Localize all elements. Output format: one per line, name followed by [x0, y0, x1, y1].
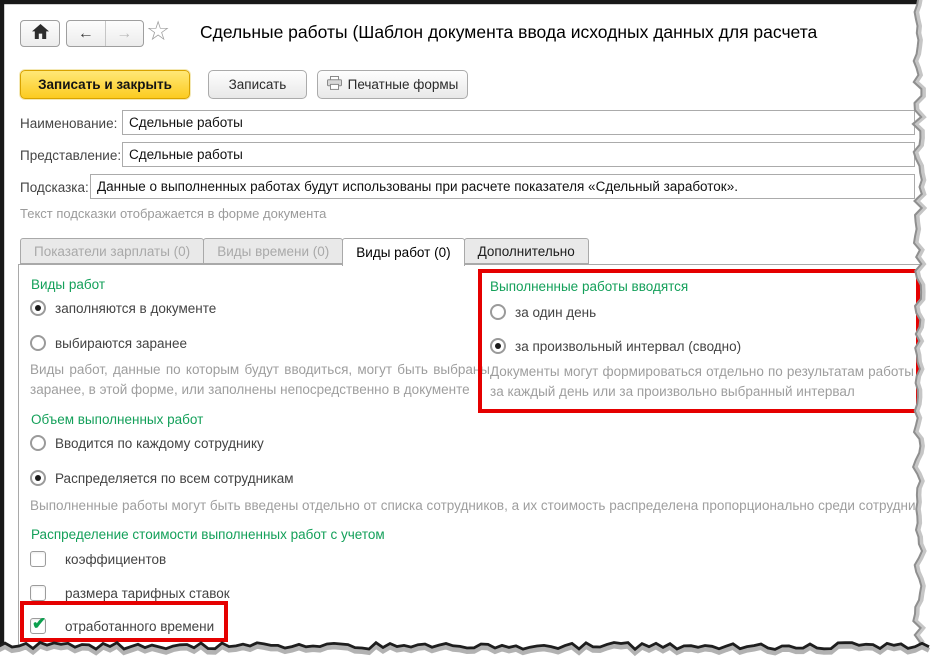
back-icon: ←	[77, 24, 94, 42]
tab-bar: Показатели зарплаты (0) Виды времени (0)…	[20, 238, 589, 266]
volume-note: Выполненные работы могут быть введены от…	[30, 498, 937, 513]
checkbox-icon: ✔	[30, 585, 46, 601]
radio-entered-per-employee[interactable]: Вводится по каждому сотруднику	[30, 434, 264, 452]
tab-salary-indicators[interactable]: Показатели зарплаты (0)	[20, 238, 205, 264]
favorite-star-icon[interactable]: ☆	[146, 15, 170, 47]
entry-mode-note: Документы могут формироваться отдельно п…	[490, 364, 914, 399]
radio-single-day[interactable]: за один день	[490, 303, 596, 321]
forward-button[interactable]: →	[106, 21, 144, 46]
save-and-close-button[interactable]: Записать и закрыть	[20, 70, 190, 99]
radio-icon	[30, 335, 46, 351]
checkbox-icon: ✔	[30, 551, 46, 567]
work-types-note: Виды работ, данные по которым будут ввод…	[30, 362, 490, 397]
window: ← → ☆ Сдельные работы (Шаблон документа …	[0, 0, 937, 658]
presentation-field-input[interactable]	[122, 142, 915, 167]
checkbox-worked-time[interactable]: ✔ отработанного времени	[30, 614, 214, 635]
print-forms-label: Печатные формы	[347, 77, 459, 92]
presentation-field-label: Представление:	[20, 148, 122, 163]
group-header-distribution: Распределение стоимости выполненных рабо…	[31, 527, 385, 542]
radio-selected-in-advance[interactable]: выбираются заранее	[30, 334, 187, 352]
group-header-volume: Объем выполненных работ	[31, 412, 204, 427]
tooltip-hint-note: Текст подсказки отображается в форме док…	[20, 206, 327, 221]
home-icon	[31, 23, 49, 44]
history-nav: ← →	[66, 20, 144, 47]
tab-time-types[interactable]: Виды времени (0)	[203, 238, 344, 264]
tab-work-types[interactable]: Виды работ (0)	[342, 238, 465, 266]
radio-icon	[30, 470, 46, 486]
radio-icon	[490, 304, 506, 320]
radio-icon	[490, 338, 506, 354]
tab-additional[interactable]: Дополнительно	[463, 238, 589, 264]
radio-distributed-all-employees[interactable]: Распределяется по всем сотрудникам	[30, 469, 294, 487]
name-field-label: Наименование:	[20, 116, 118, 131]
printer-icon	[326, 76, 342, 93]
checkbox-icon: ✔	[30, 614, 47, 634]
print-forms-button[interactable]: Печатные формы	[317, 70, 468, 99]
radio-filled-in-document[interactable]: заполняются в документе	[30, 299, 216, 317]
radio-icon	[30, 435, 46, 451]
checkbox-tariff-rates[interactable]: ✔ размера тарифных ставок	[30, 584, 230, 602]
home-button[interactable]	[20, 20, 60, 47]
group-header-entry-mode: Выполненные работы вводятся	[490, 279, 689, 294]
page-title: Сдельные работы (Шаблон документа ввода …	[200, 22, 818, 42]
tooltip-field-label: Подсказка:	[20, 180, 89, 195]
radio-icon	[30, 300, 46, 316]
checkbox-coefficients[interactable]: ✔ коэффициентов	[30, 550, 166, 568]
tooltip-field-input[interactable]	[90, 174, 915, 199]
group-header-work-types: Виды работ	[31, 277, 106, 292]
save-button[interactable]: Записать	[208, 70, 307, 99]
name-field-input[interactable]	[122, 110, 915, 135]
radio-arbitrary-interval[interactable]: за произвольный интервал (сводно)	[490, 337, 741, 355]
forward-icon: →	[116, 24, 133, 42]
back-button[interactable]: ←	[67, 21, 106, 46]
